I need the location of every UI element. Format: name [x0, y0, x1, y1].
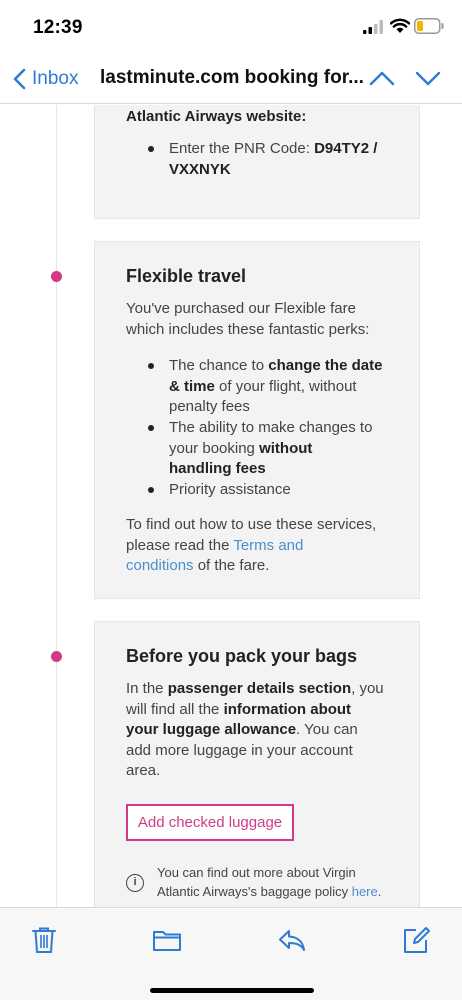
- info-end: .: [377, 884, 382, 899]
- email-body[interactable]: Atlantic Airways website: Enter the PNR …: [0, 105, 462, 907]
- luggage-text-3b: . You can: [296, 721, 358, 738]
- baggage-policy-link[interactable]: here: [352, 884, 378, 899]
- perk-bullet-1: The chance to change the date & time of …: [148, 356, 397, 418]
- flexible-intro: You've purchased our Flexible fare which…: [126, 299, 369, 340]
- info-line-2: Atlantic Airways's baggage policy: [157, 884, 349, 899]
- baggage-policy-note: You can find out more about Virgin Atlan…: [157, 863, 407, 901]
- perk-1-bold-b: & time: [169, 377, 215, 395]
- luggage-bold-3: your luggage allowance: [126, 721, 297, 738]
- navigation-bar: Inbox lastminute.com booking for...: [0, 54, 462, 104]
- status-bar: 12:39: [0, 0, 462, 54]
- flexible-travel-title: Flexible travel: [126, 266, 247, 286]
- pnr-heading: Atlantic Airways website:: [126, 108, 307, 125]
- info-icon: i: [126, 874, 144, 892]
- timeline-line: [56, 105, 57, 907]
- luggage-text-2a: will find all the: [126, 700, 220, 718]
- compose-icon[interactable]: [401, 925, 431, 955]
- luggage-bold-1: passenger details section: [167, 680, 352, 697]
- back-button[interactable]: Inbox: [12, 66, 78, 92]
- timeline-dot: [51, 271, 62, 282]
- bullet-dot: [148, 363, 154, 369]
- luggage-text-1c: , you: [351, 680, 384, 697]
- wifi-icon: [390, 18, 410, 33]
- pnr-code-1: D94TY2 /: [314, 140, 378, 157]
- flexible-intro-line-1: You've purchased our Flexible fare: [126, 300, 356, 317]
- luggage-bold-2: information about: [223, 700, 352, 718]
- cellular-signal-icon: [363, 20, 383, 34]
- luggage-title: Before you pack your bags: [126, 646, 358, 666]
- outro-line-3: of the fare.: [197, 557, 270, 574]
- home-indicator: [150, 988, 314, 993]
- trash-icon[interactable]: [29, 925, 59, 955]
- pnr-label: Enter the PNR Code:: [169, 140, 310, 157]
- back-label: Inbox: [32, 68, 79, 89]
- flexible-outro: To find out how to use these services, p…: [126, 515, 376, 577]
- battery-icon: [414, 18, 444, 34]
- pnr-card: Atlantic Airways website: Enter the PNR …: [94, 105, 420, 219]
- perk-1-text-b: of your flight, without: [219, 377, 357, 395]
- folder-icon[interactable]: [152, 925, 182, 955]
- add-checked-luggage-button[interactable]: Add checked luggage: [126, 804, 294, 841]
- pnr-bullet: Enter the PNR Code: D94TY2 / VXXNYK: [148, 139, 397, 180]
- perk-2-bold-a: without: [259, 439, 313, 457]
- reply-icon[interactable]: [277, 925, 307, 955]
- email-subject-title: lastminute.com booking for...: [100, 67, 364, 88]
- perk-1-text-a: The chance to: [169, 357, 265, 374]
- perk-1-bold-a: change the date: [268, 357, 383, 374]
- bullet-dot: [148, 146, 154, 152]
- bottom-toolbar: [0, 907, 462, 1000]
- luggage-paragraph: In the passenger details section, you wi…: [126, 679, 384, 782]
- bullet-dot: [148, 487, 154, 493]
- timeline-dot: [51, 651, 62, 662]
- terms-link[interactable]: Terms and: [233, 537, 303, 554]
- perk-bullet-3: Priority assistance: [148, 480, 397, 501]
- bullet-dot: [148, 425, 154, 431]
- info-line-1: You can find out more about Virgin: [157, 865, 356, 880]
- chevron-up-icon[interactable]: [368, 68, 396, 88]
- flexible-intro-line-2: which includes these fantastic perks:: [126, 320, 370, 338]
- luggage-text-4: add more luggage in your account: [126, 741, 353, 759]
- flexible-travel-card: Flexible travel You've purchased our Fle…: [94, 241, 420, 599]
- luggage-card: Before you pack your bags In the passeng…: [94, 621, 420, 907]
- conditions-link[interactable]: conditions: [126, 557, 194, 574]
- luggage-text-1a: In the: [126, 680, 164, 697]
- luggage-text-5: area.: [126, 762, 161, 779]
- pnr-code-2: VXXNYK: [169, 160, 231, 178]
- outro-line-2: please read the: [126, 536, 230, 554]
- chevron-left-icon: [13, 68, 26, 90]
- status-time: 12:39: [33, 17, 83, 38]
- perk-bullet-2: The ability to make changes to your book…: [148, 418, 397, 480]
- perk-2-text-a: The ability to make changes to: [169, 419, 373, 436]
- perk-2-text-b: your booking: [169, 439, 255, 457]
- perk-2-bold-b: handling fees: [169, 460, 266, 477]
- chevron-down-icon[interactable]: [414, 68, 442, 88]
- perk-3-text: Priority assistance: [169, 481, 291, 498]
- outro-line-1: To find out how to use these services,: [126, 516, 377, 533]
- perk-1-text-c: penalty fees: [169, 398, 250, 415]
